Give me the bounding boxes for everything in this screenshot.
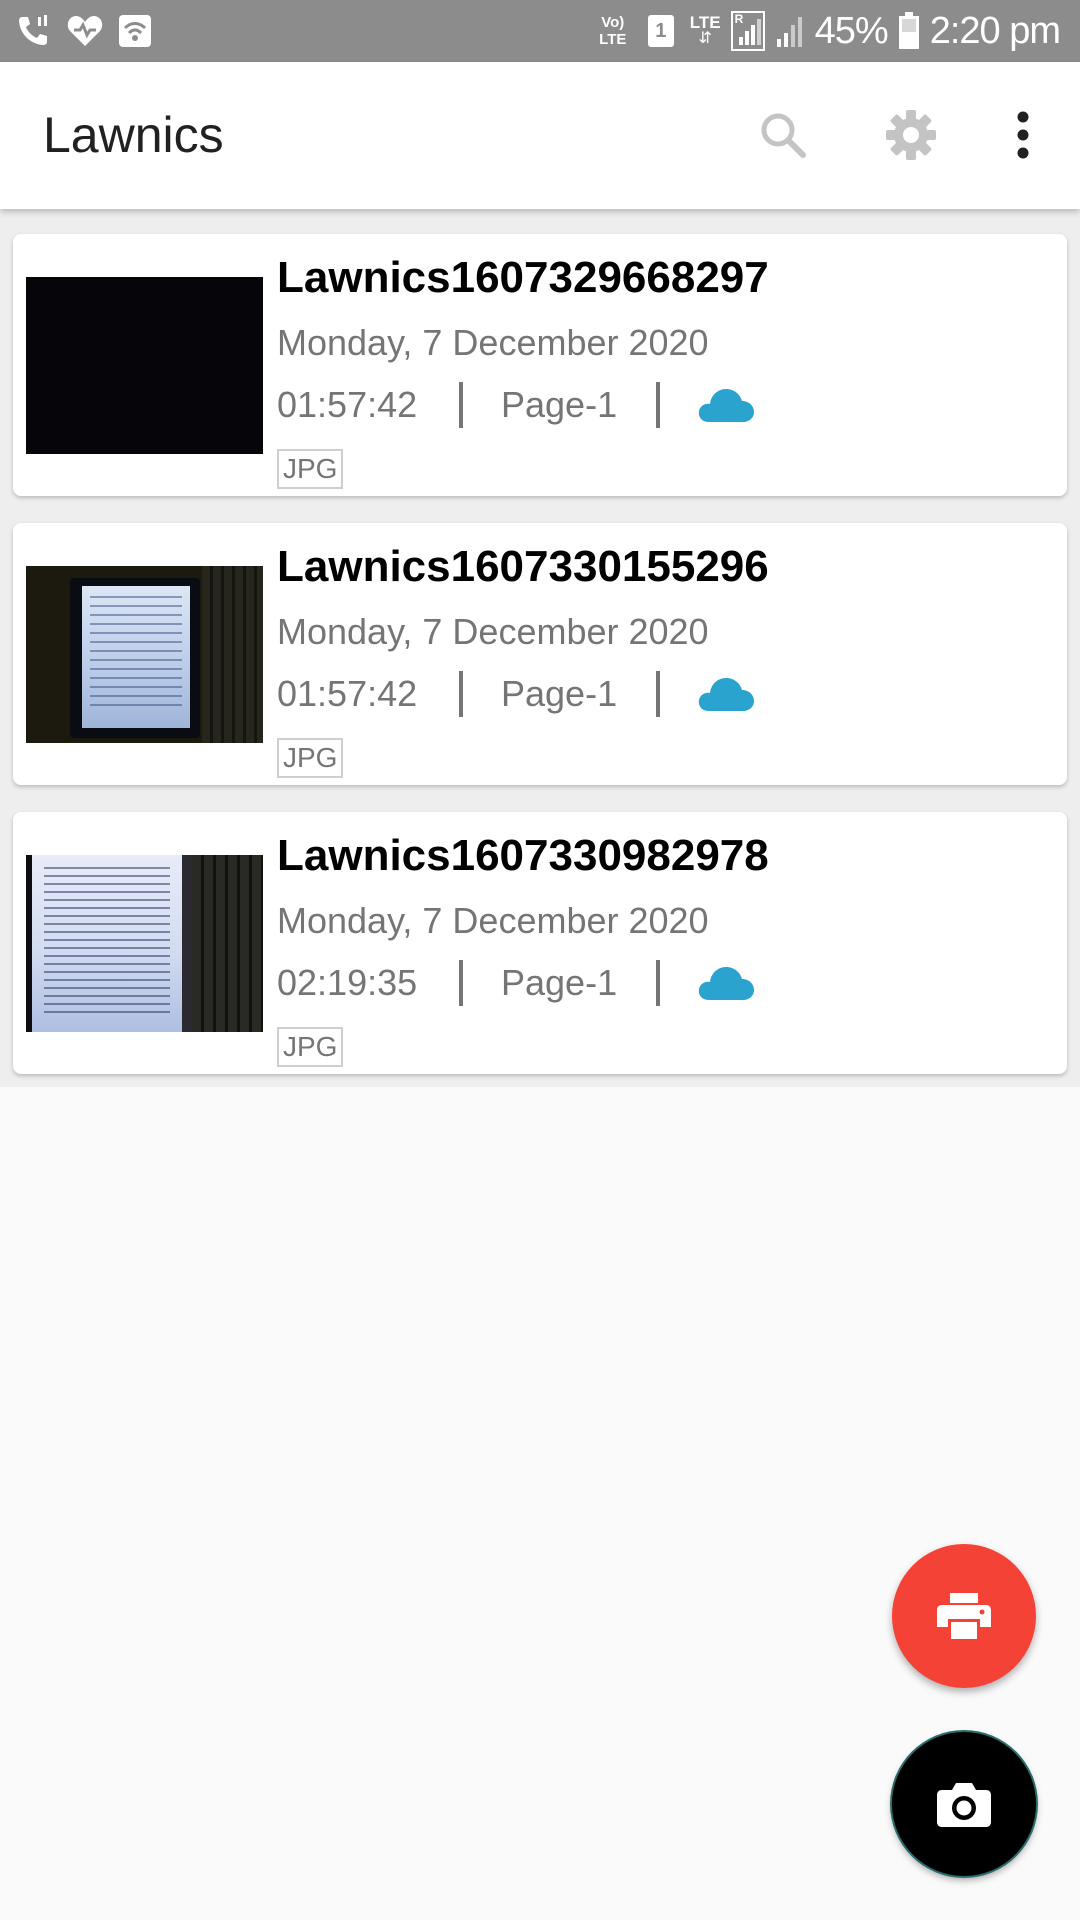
format-badge: JPG xyxy=(277,738,344,778)
document-time: 02:19:35 xyxy=(277,962,418,1003)
more-vert-icon xyxy=(1017,111,1029,159)
volte-label: Vo) LTE xyxy=(599,14,627,48)
document-card[interactable]: Lawnics1607329668297 Monday, 7 December … xyxy=(13,234,1067,496)
thumbnail-keyboard xyxy=(192,855,263,1032)
page-title: Lawnics xyxy=(43,107,224,163)
wifi-icon xyxy=(119,15,151,47)
sim-label: 1 xyxy=(655,19,667,42)
divider xyxy=(459,382,463,428)
thumbnail-screen-lines xyxy=(90,596,182,706)
document-pages: Page-1 xyxy=(501,962,618,1003)
document-card[interactable]: Lawnics1607330982978 Monday, 7 December … xyxy=(13,812,1067,1074)
document-date: Monday, 7 December 2020 xyxy=(277,900,709,941)
status-bar: Vo) LTE 1 LTE ⇵ R 45% 2:20 pm xyxy=(0,0,1080,62)
screen: Vo) LTE 1 LTE ⇵ R 45% 2:20 pm Lawnics La… xyxy=(0,0,1080,1920)
document-card[interactable]: Lawnics1607330155296 Monday, 7 December … xyxy=(13,523,1067,785)
document-list: Lawnics1607329668297 Monday, 7 December … xyxy=(0,209,1080,1087)
status-time: 2:20 pm xyxy=(929,9,1061,52)
document-name: Lawnics1607330982978 xyxy=(277,831,769,880)
divider xyxy=(656,382,660,428)
divider xyxy=(459,960,463,1006)
camera-icon xyxy=(937,1783,991,1827)
cloud-synced-icon xyxy=(698,678,754,711)
thumbnail-screen-edge xyxy=(182,855,192,1032)
sim-indicator: 1 xyxy=(647,15,674,47)
document-pages: Page-1 xyxy=(501,384,618,425)
document-thumbnail xyxy=(26,277,263,454)
status-left-icons xyxy=(16,10,152,52)
document-date: Monday, 7 December 2020 xyxy=(277,322,709,363)
search-button[interactable] xyxy=(750,102,816,168)
print-button[interactable] xyxy=(892,1544,1036,1688)
cloud-synced-icon xyxy=(698,967,754,1000)
battery-percent: 45% xyxy=(814,9,889,52)
thumbnail-screen-lines xyxy=(44,867,170,1017)
app-bar: Lawnics xyxy=(0,62,1080,209)
document-thumbnail xyxy=(26,566,263,743)
heart-icon xyxy=(67,16,103,46)
data-arrows-icon: ⇵ xyxy=(698,30,712,47)
volte-indicator: Vo) LTE xyxy=(596,14,630,48)
document-pages: Page-1 xyxy=(501,673,618,714)
signal-bars-icon xyxy=(738,19,761,45)
document-date: Monday, 7 December 2020 xyxy=(277,611,709,652)
divider xyxy=(656,671,660,717)
camera-button[interactable] xyxy=(892,1732,1036,1876)
document-thumbnail xyxy=(26,855,263,1032)
signal-roaming-indicator: R xyxy=(730,11,765,51)
format-badge: JPG xyxy=(277,1027,344,1067)
lte-indicator: LTE ⇵ xyxy=(689,13,721,47)
document-name: Lawnics1607330155296 xyxy=(277,542,769,591)
document-time: 01:57:42 xyxy=(277,673,418,714)
divider xyxy=(656,960,660,1006)
format-badge: JPG xyxy=(277,449,344,489)
print-icon xyxy=(937,1593,991,1639)
lte-label: LTE xyxy=(689,13,721,32)
divider xyxy=(459,671,463,717)
document-time: 01:57:42 xyxy=(277,384,418,425)
battery-icon xyxy=(898,12,919,49)
more-options-button[interactable] xyxy=(990,102,1056,168)
document-name: Lawnics1607329668297 xyxy=(277,253,769,302)
settings-button[interactable] xyxy=(878,102,944,168)
status-right-icons: Vo) LTE 1 LTE ⇵ R 45% 2:20 pm xyxy=(596,8,1061,54)
cloud-synced-icon xyxy=(698,389,754,422)
thumbnail-keyboard xyxy=(202,566,263,743)
signal-strength-icon xyxy=(776,17,802,47)
phone-wifi-call-icon xyxy=(19,15,47,45)
search-icon xyxy=(761,113,806,158)
settings-icon xyxy=(886,110,936,160)
